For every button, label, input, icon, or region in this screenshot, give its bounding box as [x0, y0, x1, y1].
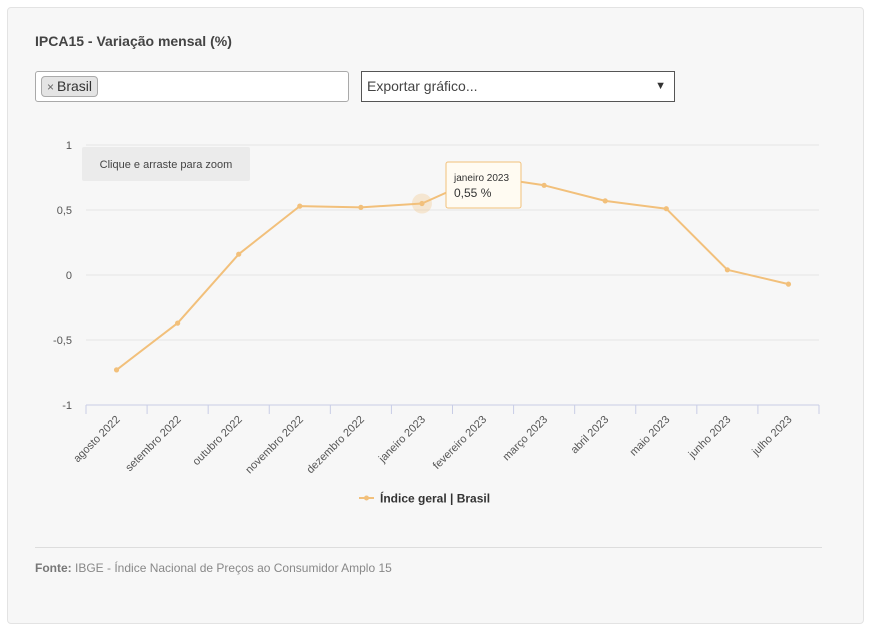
tooltip-date: janeiro 2023 [453, 173, 509, 184]
data-point [602, 198, 608, 204]
zoom-hint-text: Clique e arraste para zoom [100, 159, 233, 171]
zoom-hint: Clique e arraste para zoom [82, 147, 250, 181]
source-text: IBGE - Índice Nacional de Preços ao Cons… [75, 561, 392, 575]
x-tick-label: março 2023 [501, 414, 551, 464]
data-point [785, 281, 792, 287]
footer-divider [35, 547, 822, 548]
data-point [297, 203, 303, 209]
tooltip-value: 0,55 % [454, 186, 492, 200]
legend-label: Índice geral | Brasil [380, 491, 490, 506]
x-tick-label: setembro 2022 [123, 414, 183, 474]
data-point [113, 367, 120, 373]
legend-marker-icon [364, 495, 369, 501]
chart-legend[interactable]: Índice geral | Brasil [359, 491, 490, 506]
y-tick-label: 0,5 [57, 205, 72, 217]
source-label: Fonte: [35, 561, 72, 575]
x-tick-label: janeiro 2023 [376, 414, 428, 466]
source-note: Fonte: IBGE - Índice Nacional de Preços … [35, 561, 392, 575]
line-chart[interactable]: 1 0,5 0 -0,5 -1 agosto 2022 setembro 2022 outu… [0, 0, 873, 540]
data-point [724, 267, 730, 273]
x-tick-label: novembro 2022 [243, 414, 306, 477]
tooltip-box [445, 161, 522, 209]
x-tick-label: julho 2023 [749, 414, 794, 459]
x-tick-label: outubro 2022 [190, 414, 244, 468]
data-point [358, 204, 364, 210]
y-tick-label: -0,5 [53, 335, 72, 347]
x-tick-label: dezembro 2022 [304, 414, 367, 477]
data-point [663, 206, 669, 212]
data-point [419, 200, 425, 207]
x-tick-label: fevereiro 2023 [431, 414, 489, 472]
x-tick-label: agosto 2022 [71, 414, 122, 465]
y-axis-tick-labels: 1 0,5 0 -0,5 -1 [53, 140, 72, 412]
tooltip: janeiro 2023 0,55 % [445, 161, 522, 209]
data-point [236, 251, 242, 257]
x-axis: agosto 2022 setembro 2022 outubro 2022nove… [71, 404, 820, 477]
y-tick-label: 1 [66, 140, 72, 152]
y-tick-label: 0 [66, 270, 72, 282]
x-tick-label: abril 2023 [569, 414, 612, 457]
x-tick-label: junho 2023 [686, 414, 734, 462]
data-point [175, 320, 181, 326]
x-tick-label: maio 2023 [628, 414, 673, 459]
y-tick-label: -1 [62, 400, 72, 412]
data-point [541, 182, 547, 188]
